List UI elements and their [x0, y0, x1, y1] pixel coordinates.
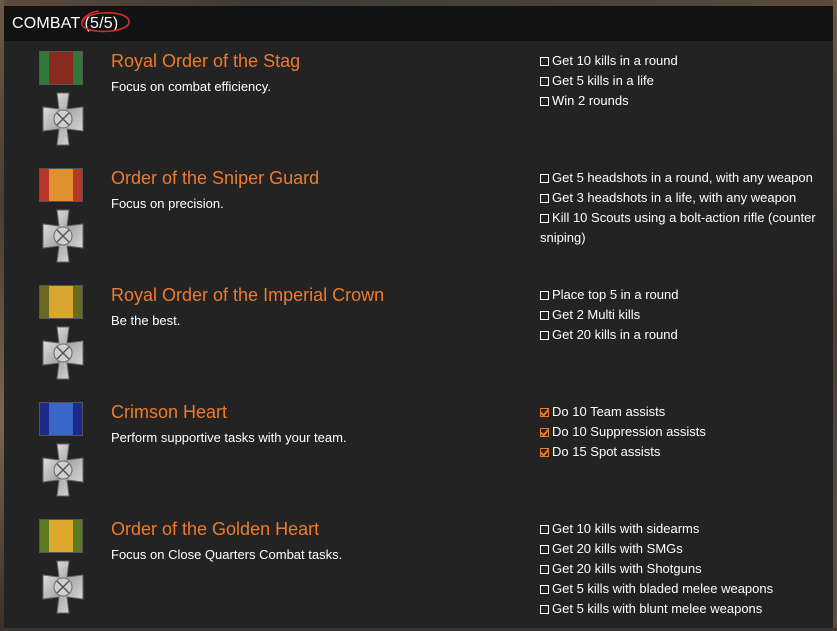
- task-list: Get 5 headshots in a round, with any wea…: [540, 168, 825, 248]
- task-text: Get 20 kills with SMGs: [552, 541, 683, 556]
- medal-cross-icon: [42, 326, 84, 380]
- task-text: Get 10 kills in a round: [552, 53, 678, 68]
- checkbox-empty-icon: [540, 97, 549, 106]
- medal-image: [37, 402, 89, 498]
- red-circle-annotation-icon: [81, 9, 131, 32]
- checkbox-empty-icon: [540, 311, 549, 320]
- task-item: Get 5 kills in a life: [540, 71, 825, 91]
- task-item: Get 20 kills in a round: [540, 325, 825, 345]
- medal-description: Perform supportive tasks with your team.: [111, 430, 347, 445]
- task-item: Get 5 kills with blunt melee weapons: [540, 599, 825, 619]
- task-text: Get 5 kills with bladed melee weapons: [552, 581, 774, 596]
- task-text: Get 5 kills in a life: [552, 73, 654, 88]
- task-text: Get 5 kills with blunt melee weapons: [552, 601, 763, 616]
- task-text: Do 10 Team assists: [552, 404, 666, 419]
- checkbox-empty-icon: [540, 545, 549, 554]
- background-right: [833, 0, 837, 628]
- task-item: Kill 10 Scouts using a bolt-action rifle…: [540, 208, 825, 248]
- medal-title: Crimson Heart: [111, 402, 228, 422]
- medal-title: Order of the Golden Heart: [111, 519, 320, 539]
- medal-image: [37, 285, 89, 381]
- checkbox-empty-icon: [540, 194, 549, 203]
- medal-description: Focus on Close Quarters Combat tasks.: [111, 547, 343, 562]
- task-item: Win 2 rounds: [540, 91, 825, 111]
- checkbox-empty-icon: [540, 214, 549, 223]
- task-text: Do 15 Spot assists: [552, 444, 661, 459]
- medal-ribbon: [39, 519, 83, 553]
- checkbox-empty-icon: [540, 585, 549, 594]
- task-item: Get 10 kills with sidearms: [540, 519, 825, 539]
- checkbox-empty-icon: [540, 174, 549, 183]
- task-list: Get 10 kills with sidearms Get 20 kills w…: [540, 519, 825, 619]
- medal-ribbon: [39, 402, 83, 436]
- checkbox-checked-icon: [540, 428, 549, 437]
- checkbox-checked-icon: [540, 408, 549, 417]
- medal-image: [37, 51, 89, 147]
- task-list: Place top 5 in a round Get 2 Multi kills G…: [540, 285, 825, 345]
- task-text: Get 20 kills in a round: [552, 327, 678, 342]
- task-list: Get 10 kills in a round Get 5 kills in a …: [540, 51, 825, 111]
- medal-row-5[interactable]: Order of the Golden Heart Focus on Close…: [4, 519, 833, 631]
- task-item: Get 10 kills in a round: [540, 51, 825, 71]
- medal-title: Order of the Sniper Guard: [111, 168, 320, 188]
- medal-title: Royal Order of the Stag: [111, 51, 301, 71]
- task-text: Get 10 kills with sidearms: [552, 521, 700, 536]
- medal-cross-icon: [42, 443, 84, 497]
- medal-row-4[interactable]: Crimson Heart Perform supportive tasks w…: [4, 402, 833, 514]
- task-text: Place top 5 in a round: [552, 287, 679, 302]
- medal-cross-icon: [42, 209, 84, 263]
- checkbox-empty-icon: [540, 331, 549, 340]
- task-item: Do 15 Spot assists: [540, 442, 825, 462]
- task-text: Do 10 Suppression assists: [552, 424, 706, 439]
- medal-cross-icon: [42, 92, 84, 146]
- task-item: Do 10 Suppression assists: [540, 422, 825, 442]
- checkbox-empty-icon: [540, 565, 549, 574]
- medal-ribbon: [39, 168, 83, 202]
- checkbox-empty-icon: [540, 77, 549, 86]
- medal-image: [37, 168, 89, 264]
- medal-description: Be the best.: [111, 313, 181, 328]
- medal-image: [37, 519, 89, 615]
- combat-medals-panel: COMBAT (5/5) Royal Order of the Stag Foc…: [4, 6, 833, 628]
- medal-cross-icon: [42, 560, 84, 614]
- task-text: Get 20 kills with Shotguns: [552, 561, 702, 576]
- task-item: Get 20 kills with Shotguns: [540, 559, 825, 579]
- medal-description: Focus on precision.: [111, 196, 224, 211]
- checkbox-empty-icon: [540, 525, 549, 534]
- task-text: Get 2 Multi kills: [552, 307, 641, 322]
- task-item: Get 3 headshots in a life, with any weap…: [540, 188, 825, 208]
- task-item: Get 5 kills with bladed melee weapons: [540, 579, 825, 599]
- medal-ribbon: [39, 51, 83, 85]
- checkbox-checked-icon: [540, 448, 549, 457]
- medal-row-1[interactable]: Royal Order of the Stag Focus on combat …: [4, 51, 833, 163]
- medal-ribbon: [39, 285, 83, 319]
- medal-description: Focus on combat efficiency.: [111, 79, 271, 94]
- task-text: Get 5 headshots in a round, with any wea…: [552, 170, 813, 185]
- checkbox-empty-icon: [540, 57, 549, 66]
- checkbox-empty-icon: [540, 605, 549, 614]
- section-count-wrapper: (5/5): [81, 9, 131, 33]
- task-item: Do 10 Team assists: [540, 402, 825, 422]
- section-header: COMBAT (5/5): [4, 6, 833, 41]
- task-text: Get 3 headshots in a life, with any weap…: [552, 190, 797, 205]
- task-list: Do 10 Team assists Do 10 Suppression assi…: [540, 402, 825, 462]
- task-item: Place top 5 in a round: [540, 285, 825, 305]
- section-title: COMBAT: [12, 14, 81, 32]
- task-item: Get 2 Multi kills: [540, 305, 825, 325]
- task-text: Win 2 rounds: [552, 93, 629, 108]
- checkbox-empty-icon: [540, 291, 549, 300]
- medal-row-2[interactable]: Order of the Sniper Guard Focus on preci…: [4, 168, 833, 280]
- medal-row-3[interactable]: Royal Order of the Imperial Crown Be the…: [4, 285, 833, 397]
- task-item: Get 20 kills with SMGs: [540, 539, 825, 559]
- task-text: Kill 10 Scouts using a bolt-action rifle…: [540, 210, 816, 245]
- medal-title: Royal Order of the Imperial Crown: [111, 285, 385, 305]
- task-item: Get 5 headshots in a round, with any wea…: [540, 168, 825, 188]
